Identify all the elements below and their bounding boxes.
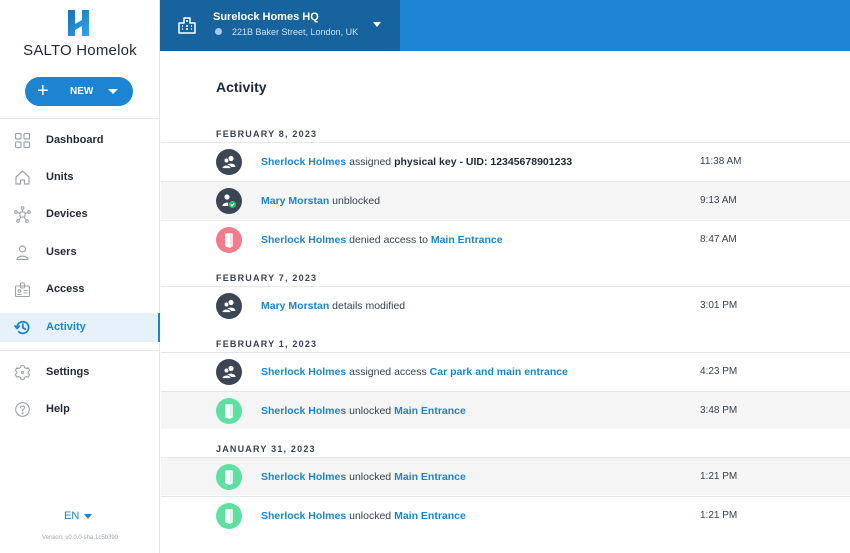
actor-link[interactable]: Mary Morstan — [261, 300, 329, 312]
sidebar-item-label: Activity — [46, 321, 86, 333]
homelok-logo-icon — [68, 10, 89, 36]
plus-icon: + — [37, 80, 49, 102]
activity-row[interactable]: Sherlock Holmes denied access to Main En… — [161, 220, 850, 258]
activity-text: Sherlock Holmes unlocked Main Entrance — [261, 405, 466, 417]
app-name: SALTO Homelok — [23, 42, 137, 59]
activity-time: 1:21 PM — [700, 510, 738, 521]
activity-text: Mary Morstan details modified — [261, 300, 406, 312]
activity-time: 3:48 PM — [700, 405, 738, 416]
site-name: Surelock Homes HQ — [213, 11, 319, 23]
history-icon — [14, 320, 30, 335]
sidebar-item-label: Settings — [46, 366, 90, 378]
user-group-icon — [216, 149, 242, 175]
main-content: Activity FEBRUARY 8, 2023 Sherlock Holmes… — [161, 51, 850, 553]
activity-time: 1:21 PM — [700, 471, 738, 482]
object-link[interactable]: Car park and main entrance — [430, 366, 568, 378]
new-button-label: NEW — [70, 86, 94, 97]
site-address: 221B Baker Street, London, UK — [232, 27, 359, 37]
version-text: Version: v0.0.0-sha.1c5b390 — [41, 535, 119, 541]
activity-time: 9:13 AM — [700, 195, 737, 206]
sidebar-item-dashboard[interactable]: Dashboard — [0, 126, 160, 155]
activity-time: 3:01 PM — [700, 300, 738, 311]
object-link[interactable]: Main Entrance — [394, 510, 466, 522]
divider — [0, 350, 160, 351]
sidebar-item-label: Users — [46, 246, 77, 258]
user-group-icon — [216, 293, 242, 319]
actor-link[interactable]: Mary Morstan — [261, 195, 329, 207]
app: SALTO Homelok + NEW Dashboard Units Devi… — [0, 0, 850, 553]
activity-row[interactable]: Sherlock Holmes unlocked Main Entrance 3:… — [161, 391, 850, 429]
activity-row[interactable]: Sherlock Holmes unlocked Main Entrance 1:… — [161, 457, 850, 495]
chevron-down-icon — [373, 22, 381, 27]
language-label: EN — [64, 510, 80, 522]
page-title: Activity — [216, 79, 267, 95]
actor-link[interactable]: Sherlock Holmes — [261, 510, 346, 522]
activity-time: 11:38 AM — [700, 156, 742, 167]
activity-text: Sherlock Holmes assigned physical key - … — [261, 156, 573, 168]
access-badge-icon — [14, 282, 31, 298]
date-header: JANUARY 31, 2023 — [216, 444, 316, 454]
home-icon — [15, 170, 30, 185]
object-text: physical key - UID: 12345678901233 — [394, 156, 573, 168]
activity-row[interactable]: Sherlock Holmes assigned physical key - … — [161, 142, 850, 180]
sidebar-item-settings[interactable]: Settings — [0, 358, 160, 387]
actor-link[interactable]: Sherlock Holmes — [261, 234, 346, 246]
sidebar-item-activity[interactable]: Activity — [0, 313, 160, 342]
site-selector[interactable]: Surelock Homes HQ 221B Baker Street, Lon… — [160, 0, 400, 51]
user-icon — [16, 245, 29, 261]
sidebar-item-access[interactable]: Access — [0, 275, 160, 304]
new-button[interactable]: + NEW — [25, 77, 133, 106]
sidebar-item-label: Units — [46, 171, 74, 183]
door-denied-icon — [216, 227, 242, 253]
door-unlocked-icon — [216, 464, 242, 490]
sidebar: SALTO Homelok + NEW Dashboard Units Devi… — [0, 0, 160, 553]
chevron-down-icon — [84, 513, 93, 519]
date-header: FEBRUARY 8, 2023 — [216, 129, 318, 139]
activity-row[interactable]: Mary Morstan details modified 3:01 PM — [161, 286, 850, 324]
sidebar-item-help[interactable]: Help — [0, 395, 160, 424]
sidebar-item-units[interactable]: Units — [0, 163, 160, 192]
object-link[interactable]: Main Entrance — [394, 471, 466, 483]
activity-text: Sherlock Holmes unlocked Main Entrance — [261, 510, 466, 522]
actor-link[interactable]: Sherlock Holmes — [261, 471, 346, 483]
activity-text: Mary Morstan unblocked — [261, 195, 381, 207]
date-header: FEBRUARY 1, 2023 — [216, 339, 318, 349]
sidebar-item-label: Dashboard — [46, 134, 104, 146]
chevron-down-icon — [108, 89, 118, 94]
activity-row[interactable]: Sherlock Holmes unlocked Main Entrance 1:… — [161, 496, 850, 534]
user-group-icon — [216, 359, 242, 385]
actor-link[interactable]: Sherlock Holmes — [261, 366, 346, 378]
door-unlocked-icon — [216, 503, 242, 529]
activity-row[interactable]: Sherlock Holmes assigned access Car park… — [161, 352, 850, 390]
user-unblocked-icon — [216, 188, 242, 214]
actor-link[interactable]: Sherlock Holmes — [261, 405, 346, 417]
activity-row[interactable]: Mary Morstan unblocked 9:13 AM — [161, 181, 850, 219]
object-link[interactable]: Main Entrance — [431, 234, 503, 246]
logo[interactable]: SALTO Homelok — [0, 8, 160, 59]
sidebar-item-label: Access — [46, 283, 85, 295]
date-header: FEBRUARY 7, 2023 — [216, 273, 318, 283]
activity-time: 8:47 AM — [700, 234, 737, 245]
activity-time: 4:23 PM — [700, 366, 738, 377]
language-selector[interactable]: EN — [64, 510, 93, 522]
location-pin-icon — [215, 28, 222, 35]
sidebar-item-label: Help — [46, 403, 70, 415]
actor-link[interactable]: Sherlock Holmes — [261, 156, 346, 168]
activity-text: Sherlock Holmes unlocked Main Entrance — [261, 471, 466, 483]
door-unlocked-icon — [216, 398, 242, 424]
divider — [0, 118, 160, 119]
gear-icon — [14, 364, 31, 381]
sidebar-item-devices[interactable]: Devices — [0, 200, 160, 229]
sidebar-item-users[interactable]: Users — [0, 238, 160, 267]
topbar: Surelock Homes HQ 221B Baker Street, Lon… — [160, 0, 850, 51]
sidebar-item-label: Devices — [46, 208, 88, 220]
object-link[interactable]: Main Entrance — [394, 405, 466, 417]
activity-text: Sherlock Holmes denied access to Main En… — [261, 234, 503, 246]
help-icon — [15, 402, 30, 417]
building-icon — [178, 17, 196, 34]
devices-icon — [14, 206, 31, 223]
activity-text: Sherlock Holmes assigned access Car park… — [261, 366, 568, 378]
dashboard-icon — [14, 132, 31, 149]
